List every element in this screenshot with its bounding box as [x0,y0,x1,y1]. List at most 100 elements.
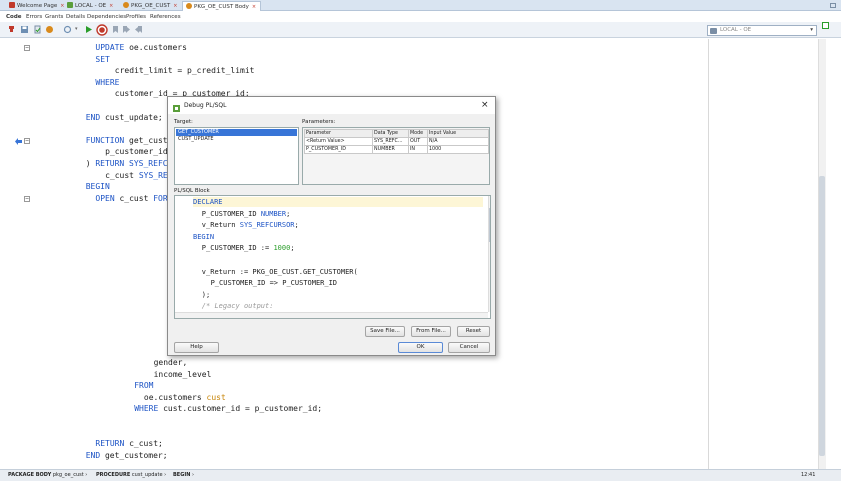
tab-details[interactable]: Details [66,13,85,22]
column-header-mode[interactable]: Mode [408,129,428,138]
debug-icon[interactable] [96,24,108,36]
code-token: P_CUSTOMER_ID := [201,244,274,253]
code-line: FROM [134,381,153,391]
close-icon[interactable]: × [173,3,177,9]
chevron-down-icon[interactable]: ▾ [75,25,84,34]
code-token: v_Return [201,221,240,230]
tab-pkg-oe-cust-body[interactable]: PKG_OE_CUST Body × [182,1,262,11]
status-bar: PACKAGE BODY pkg_oe_cust › PROCEDURE cus… [0,469,841,481]
close-icon[interactable]: × [252,4,256,10]
connection-icon [67,2,73,8]
run-icon[interactable] [84,25,93,34]
help-button[interactable]: Help [174,342,219,353]
tab-welcome-page[interactable]: Welcome Page × [6,1,68,11]
code-line: UPDATE oe.customers [95,43,187,53]
code-token: FROM [134,381,154,391]
code-token: c_cust [119,193,154,203]
fold-toggle-icon[interactable]: − [24,45,30,51]
from-file-button[interactable]: From File... [411,326,451,337]
code-line: P_CUSTOMER_ID := 1000; [202,244,295,253]
param-mode: IN [408,145,428,154]
code-token: SET [95,54,110,64]
code-line: BEGIN [193,233,214,242]
editor-scroll-thumb[interactable] [819,176,825,456]
fold-toggle-icon[interactable]: − [24,196,30,202]
tab-errors[interactable]: Errors [26,13,42,22]
debug-dialog-icon [173,102,180,112]
code-token: credit_limit = p_credit_limit [114,66,255,76]
plsql-block-editor[interactable]: DECLARE P_CUSTOMER_ID NUMBER; v_Return SYS… [174,195,491,319]
fold-toggle-icon[interactable]: − [24,138,30,144]
tab-references[interactable]: References [150,13,181,22]
tab-profiles[interactable]: Profiles [126,13,146,22]
code-line: RETURN c_cust; [95,439,162,449]
code-line: WHERE [95,78,119,88]
save-icon[interactable] [20,25,29,34]
code-token: DECLARE [193,198,223,206]
code-token: 1000 [273,244,291,253]
window-menu-icon[interactable] [830,3,836,8]
target-item-cust-update[interactable]: CUST_UPDATE [176,136,297,143]
compile-icon[interactable] [33,25,42,34]
code-token: ; [286,209,291,218]
package-body-icon [186,3,192,9]
reset-button[interactable]: Reset [457,326,490,337]
cancel-button[interactable]: Cancel [448,342,490,353]
next-bookmark-icon[interactable] [122,25,131,34]
code-token: FUNCTION [85,135,130,145]
target-list[interactable]: GET_CUSTOMER CUST_UPDATE [174,127,299,185]
table-row[interactable]: P_CUSTOMER_ID NUMBER IN 1000 [304,145,489,154]
target-item-get-customer[interactable]: GET_CUSTOMER [176,129,297,136]
parameters-label: Parameters: [302,119,336,125]
code-line: v_Return := PKG_OE_CUST.GET_CUSTOMER( [202,268,358,277]
tab-local-oe[interactable]: LOCAL - OE × [64,1,117,11]
bookmark-icon[interactable] [111,25,120,34]
refresh-icon[interactable] [63,25,72,34]
code-line: BEGIN [86,182,110,192]
tab-pkg-oe-cust[interactable]: PKG_OE_CUST × [120,1,181,11]
bug-icon[interactable] [45,25,54,34]
tab-dependencies[interactable]: Dependencies [87,13,126,22]
tab-grants[interactable]: Grants [45,13,63,22]
connection-select[interactable]: LOCAL - OE ▾ [707,25,817,36]
code-line: END get_customer; [86,451,168,461]
document-tab-bar: Welcome Page × LOCAL - OE × PKG_OE_CUST × P… [0,0,841,11]
code-token: cust.customer_id = p_customer_id; [163,404,323,414]
breadcrumb-procedure[interactable]: PROCEDURE cust_update › [96,470,166,481]
save-file-button[interactable]: Save File... [365,326,405,337]
code-token: END [85,450,105,460]
code-line: P_CUSTOMER_ID NUMBER; [202,210,291,219]
column-header-parameter[interactable]: Parameter [304,129,373,138]
code-line: /* Legacy output: [202,302,274,311]
plsql-horizontal-scrollbar[interactable] [175,312,488,318]
code-token: WHERE [95,77,120,87]
code-token: P_CUSTOMER_ID [201,209,261,218]
column-header-data-type[interactable]: Data Type [372,129,409,138]
code-line: oe.customers cust [144,393,226,403]
breadcrumb-package-body[interactable]: PACKAGE BODY pkg_oe_cust › [8,470,87,481]
debug-plsql-dialog: Debug PL/SQL × Target: GET_CUSTOMER CUST… [167,96,496,356]
code-token: c_cust [105,170,139,180]
breadcrumb-begin[interactable]: BEGIN › [173,470,194,481]
param-input-value[interactable]: N/A [427,137,489,146]
prev-bookmark-icon[interactable] [134,25,143,34]
pin-icon[interactable] [7,25,16,34]
dialog-title-bar[interactable]: Debug PL/SQL × [168,97,495,114]
code-token: UPDATE [95,43,130,52]
param-input-value[interactable]: 1000 [427,145,489,154]
ok-button[interactable]: OK [398,342,443,353]
close-icon[interactable]: × [109,3,113,9]
code-line: WHERE cust.customer_id = p_customer_id; [134,404,322,414]
close-icon[interactable]: × [481,97,489,114]
code-token: ); [201,290,211,299]
panel-toggle-icon[interactable] [822,22,829,29]
code-token: ) [85,159,96,168]
code-token: SYS_REFCURSOR [239,221,295,230]
column-header-input-value[interactable]: Input Value [427,129,489,138]
right-margin-line [708,39,709,469]
tab-code[interactable]: Code [6,13,21,22]
plsql-block-label: PL/SQL Block [174,188,210,194]
plsql-scroll-thumb[interactable] [489,208,490,242]
editor-gutter[interactable]: − − − [0,39,36,469]
table-row[interactable]: <Return Value> SYS_REFC... OUT N/A [304,137,489,146]
